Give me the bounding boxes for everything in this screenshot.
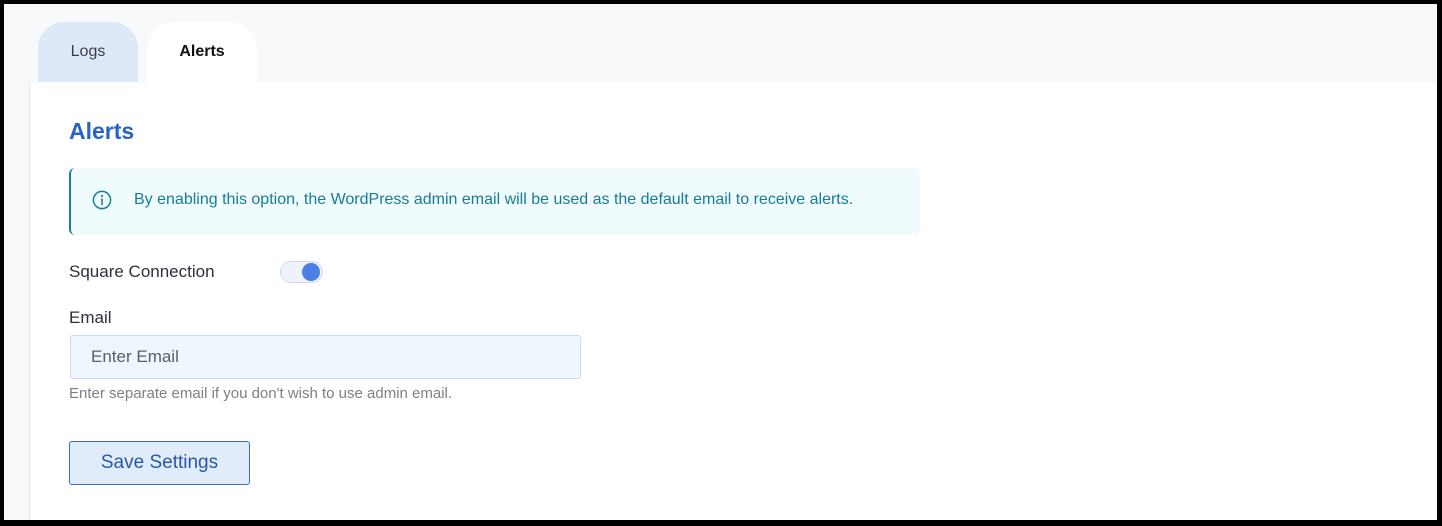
notice-text: By enabling this option, the WordPress a… (134, 191, 854, 208)
info-icon (92, 190, 112, 210)
email-label: Email (69, 308, 112, 327)
email-helper-text: Enter separate email if you don't wish t… (69, 385, 453, 402)
alerts-panel: Alerts By enabling this option, the Word… (29, 82, 1437, 520)
square-connection-toggle[interactable] (280, 261, 323, 283)
square-connection-label: Square Connection (69, 262, 215, 281)
tab-logs[interactable]: Logs (38, 22, 138, 82)
toggle-knob (302, 263, 320, 281)
save-settings-button[interactable]: Save Settings (69, 441, 250, 485)
tab-alerts[interactable]: Alerts (147, 22, 257, 82)
info-notice: By enabling this option, the WordPress a… (69, 168, 920, 235)
email-field[interactable] (70, 335, 581, 379)
tab-bar: Logs Alerts (4, 4, 1437, 82)
app-frame: Logs Alerts Alerts By enabling this opti… (4, 4, 1437, 520)
page-title: Alerts (69, 118, 135, 144)
